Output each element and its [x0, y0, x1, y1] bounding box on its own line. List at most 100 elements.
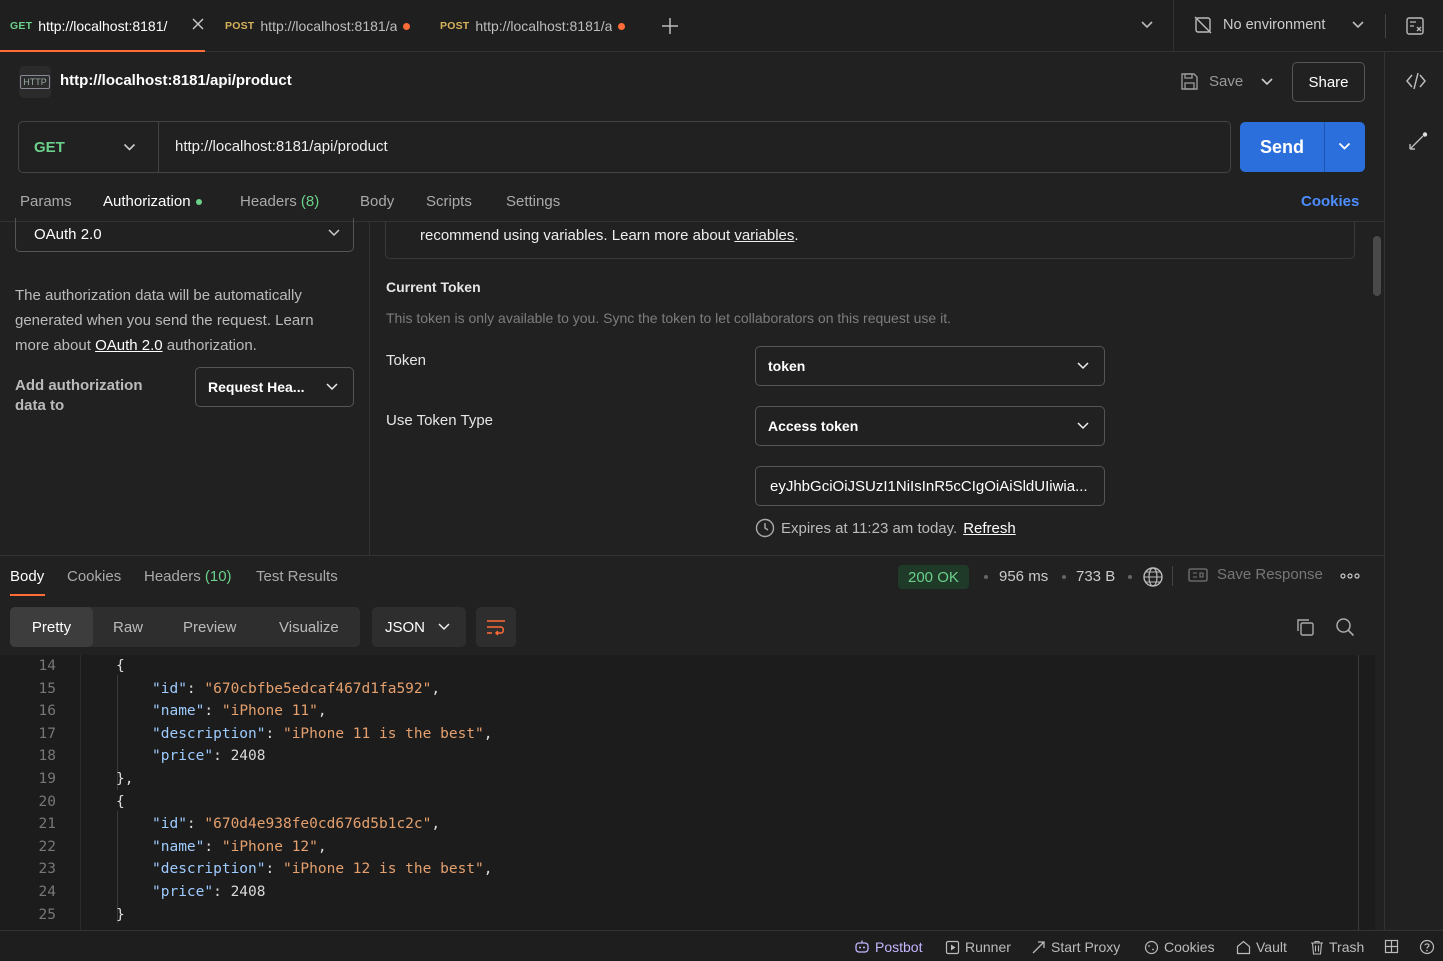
- response-size[interactable]: 733 B: [1076, 568, 1115, 585]
- view-preview[interactable]: Preview: [183, 607, 236, 647]
- new-tab-plus-icon[interactable]: [661, 17, 679, 35]
- close-icon[interactable]: [192, 18, 204, 30]
- more-options-icon[interactable]: [1340, 573, 1360, 579]
- tab-authorization[interactable]: Authorization: [103, 193, 202, 210]
- cookie-icon: [1144, 940, 1159, 955]
- url-input[interactable]: http://localhost:8181/api/product: [175, 138, 388, 155]
- access-token-field[interactable]: eyJhbGciOiJSUzI1NiIsInR5cCIgOiAiSldUIiwi…: [755, 466, 1105, 506]
- share-button[interactable]: Share: [1292, 62, 1365, 102]
- json-colon: :: [186, 816, 205, 833]
- line-number: 21: [38, 816, 56, 833]
- http-badge: HTTP: [20, 75, 50, 89]
- code-icon[interactable]: [1405, 72, 1427, 90]
- wrap-lines-button[interactable]: [476, 607, 516, 647]
- cookies-button[interactable]: Cookies: [1144, 939, 1215, 955]
- response-tab-headers[interactable]: Headers (10): [144, 568, 232, 585]
- cookies-link[interactable]: Cookies: [1301, 193, 1359, 210]
- save-icon: [1180, 72, 1199, 91]
- auth-type-select[interactable]: OAuth 2.0: [15, 218, 354, 252]
- auth-description-end: authorization.: [166, 337, 257, 354]
- request-tab[interactable]: GET http://localhost:8181/: [0, 0, 205, 52]
- send-button[interactable]: Send: [1240, 122, 1365, 172]
- search-icon[interactable]: [1335, 617, 1355, 637]
- json-key: "id": [152, 816, 187, 833]
- view-visualize[interactable]: Visualize: [279, 607, 339, 647]
- tab-settings[interactable]: Settings: [506, 193, 560, 210]
- start-proxy-button[interactable]: Start Proxy: [1031, 939, 1120, 955]
- variables-link[interactable]: variables: [734, 227, 794, 244]
- format-select[interactable]: JSON: [372, 607, 466, 647]
- vault-button[interactable]: Vault: [1236, 939, 1287, 955]
- current-token-title: Current Token: [386, 279, 481, 295]
- send-options-chevron-icon[interactable]: [1338, 142, 1351, 151]
- json-key: "name": [152, 838, 205, 855]
- active-tab-indicator: [10, 594, 45, 596]
- json-value: "iPhone 12": [221, 838, 318, 855]
- code-line: "name": "iPhone 12",: [152, 839, 327, 855]
- trash-label: Trash: [1329, 939, 1365, 955]
- add-auth-to-value: Request Hea...: [208, 379, 305, 395]
- scrollbar-thumb[interactable]: [1373, 236, 1381, 296]
- token-label: Token: [386, 352, 427, 369]
- environment-selector[interactable]: No environment: [1193, 15, 1365, 35]
- divider: [1172, 566, 1173, 586]
- tab-method: POST: [225, 20, 255, 32]
- token-type-select[interactable]: Access token: [755, 406, 1105, 446]
- tab-headers-label: Headers: [240, 193, 297, 210]
- add-auth-to-select[interactable]: Request Hea...: [195, 367, 354, 407]
- response-body-code[interactable]: 14 {15 "id": "670cbfbe5edcaf467d1fa592", 16…: [0, 655, 1375, 930]
- view-raw[interactable]: Raw: [113, 607, 143, 647]
- save-button[interactable]: Save: [1180, 72, 1243, 91]
- scrollbar-track[interactable]: [1358, 655, 1359, 930]
- json-key: "name": [152, 703, 205, 720]
- token-value: token: [768, 358, 806, 374]
- json-colon: :: [204, 703, 222, 720]
- cookies-label: Cookies: [1164, 939, 1215, 955]
- save-options-chevron-icon[interactable]: [1260, 77, 1274, 87]
- status-bar: Postbot Runner Start Proxy Cookies Vault…: [0, 930, 1443, 961]
- environment-label: No environment: [1223, 17, 1326, 33]
- tabs-chevron-down-icon[interactable]: [1140, 20, 1154, 30]
- copy-icon[interactable]: [1295, 617, 1315, 637]
- runner-button[interactable]: Runner: [945, 939, 1011, 955]
- layout-toggle-icon[interactable]: [1384, 939, 1399, 954]
- postbot-button[interactable]: Postbot: [854, 939, 922, 955]
- trash-button[interactable]: Trash: [1310, 939, 1364, 955]
- code-line: "description": "iPhone 11 is the best",: [152, 726, 493, 742]
- token-select[interactable]: token: [755, 346, 1105, 386]
- separator-dot: [1062, 575, 1066, 579]
- method-selector[interactable]: GET: [19, 122, 159, 172]
- globe-icon[interactable]: [1142, 566, 1164, 588]
- notice-end: .: [794, 227, 799, 244]
- response-tab-body[interactable]: Body: [10, 568, 44, 585]
- view-pretty[interactable]: Pretty: [10, 607, 93, 647]
- save-response-button[interactable]: Save Response: [1188, 566, 1323, 583]
- request-tab[interactable]: POST http://localhost:8181/a: [225, 0, 425, 52]
- json-value: "iPhone 11": [221, 703, 318, 720]
- response-tab-cookies[interactable]: Cookies: [67, 568, 121, 585]
- refresh-token-link[interactable]: Refresh: [963, 520, 1016, 537]
- oauth-link[interactable]: OAuth 2.0: [95, 337, 163, 354]
- tab-params[interactable]: Params: [20, 193, 72, 210]
- code-line: "price": 2408: [152, 748, 266, 764]
- auth-type-value: OAuth 2.0: [34, 226, 102, 243]
- tab-body[interactable]: Body: [360, 193, 394, 210]
- request-tab[interactable]: POST http://localhost:8181/a: [440, 0, 640, 52]
- tab-headers[interactable]: Headers (8): [240, 193, 319, 210]
- help-icon[interactable]: [1419, 939, 1435, 955]
- response-tab-test-results[interactable]: Test Results: [256, 568, 338, 585]
- vault-icon: [1236, 940, 1251, 955]
- use-token-type-label: Use Token Type: [386, 412, 494, 429]
- token-expiry: Expires at 11:23 am today. Refresh: [755, 518, 1016, 538]
- code-line: },: [116, 771, 134, 787]
- tab-method: POST: [440, 20, 470, 32]
- response-time[interactable]: 956 ms: [999, 568, 1048, 585]
- tab-scripts[interactable]: Scripts: [426, 193, 472, 210]
- current-token-description: This token is only available to you. Syn…: [386, 310, 951, 326]
- related-collections-icon[interactable]: [1407, 132, 1429, 152]
- status-badge[interactable]: 200 OK: [898, 565, 969, 589]
- response-view-switcher: Pretty Raw Preview Visualize: [10, 607, 360, 647]
- trash-icon: [1310, 940, 1324, 955]
- request-title[interactable]: http://localhost:8181/api/product: [60, 72, 292, 89]
- environment-quick-look-icon[interactable]: [1405, 16, 1425, 36]
